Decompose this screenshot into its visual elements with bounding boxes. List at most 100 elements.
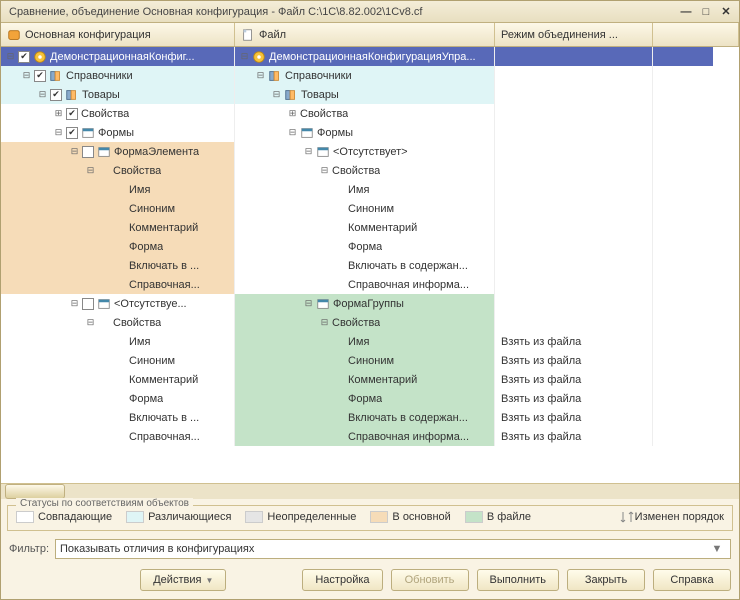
merge-mode-cell[interactable] bbox=[495, 313, 653, 332]
button-bar: Действия▼ Настройка Обновить Выполнить З… bbox=[1, 565, 739, 599]
merge-mode-cell[interactable] bbox=[495, 104, 653, 123]
tree-node-label: Синоним bbox=[129, 355, 175, 367]
merge-mode-cell[interactable] bbox=[495, 218, 653, 237]
column-header-file[interactable]: Файл bbox=[235, 23, 495, 46]
horizontal-scrollbar[interactable] bbox=[1, 483, 739, 499]
tree-row[interactable]: ⊟Свойства⊟Свойства bbox=[1, 313, 739, 332]
tree-row[interactable]: Включать в ...Включать в содержан... bbox=[1, 256, 739, 275]
merge-mode-cell[interactable]: Взять из файла bbox=[495, 408, 653, 427]
expand-toggle[interactable]: ⊞ bbox=[287, 108, 298, 119]
tree-row[interactable]: ⊞✔Свойства⊞Свойства bbox=[1, 104, 739, 123]
expand-toggle[interactable]: ⊟ bbox=[255, 70, 266, 81]
maximize-button[interactable]: □ bbox=[697, 4, 715, 20]
comparison-tree[interactable]: ⊟✔ДемонстрационнаяКонфиг...⊟Демонстрацио… bbox=[1, 47, 739, 483]
checkbox[interactable] bbox=[82, 146, 94, 158]
tree-row[interactable]: ⊟ФормаЭлемента⊟<Отсутствует> bbox=[1, 142, 739, 161]
expand-toggle[interactable]: ⊟ bbox=[21, 70, 32, 81]
help-button[interactable]: Справка bbox=[653, 569, 731, 591]
tree-row[interactable]: Включать в ...Включать в содержан...Взят… bbox=[1, 408, 739, 427]
refresh-button: Обновить bbox=[391, 569, 469, 591]
merge-mode-cell[interactable] bbox=[495, 47, 653, 66]
merge-mode-cell[interactable] bbox=[495, 199, 653, 218]
expand-toggle[interactable]: ⊟ bbox=[69, 146, 80, 157]
merge-mode-cell[interactable]: Взять из файла bbox=[495, 332, 653, 351]
tree-row[interactable]: ФормаФорма bbox=[1, 237, 739, 256]
tree-row[interactable]: ⊟✔Формы⊟Формы bbox=[1, 123, 739, 142]
expand-toggle[interactable]: ⊟ bbox=[271, 89, 282, 100]
expand-toggle[interactable]: ⊟ bbox=[239, 51, 250, 62]
merge-mode-cell[interactable] bbox=[495, 123, 653, 142]
form-icon bbox=[316, 297, 330, 311]
legend-item: Неопределенные bbox=[245, 511, 356, 523]
close-dialog-button[interactable]: Закрыть bbox=[567, 569, 645, 591]
tree-node-label: Товары bbox=[82, 89, 120, 101]
tree-node-label: Форма bbox=[129, 241, 163, 253]
checkbox[interactable] bbox=[82, 298, 94, 310]
tree-row[interactable]: ⊟✔Товары⊟Товары bbox=[1, 85, 739, 104]
merge-mode-cell[interactable]: Взять из файла bbox=[495, 370, 653, 389]
merge-mode-cell[interactable] bbox=[495, 66, 653, 85]
column-header-main[interactable]: Основная конфигурация bbox=[1, 23, 235, 46]
tree-row[interactable]: ⊟✔Справочники⊟Справочники bbox=[1, 66, 739, 85]
tree-row[interactable]: ИмяИмяВзять из файла bbox=[1, 332, 739, 351]
merge-mode-cell[interactable] bbox=[495, 237, 653, 256]
tree-row[interactable]: ФормаФормаВзять из файла bbox=[1, 389, 739, 408]
expand-toggle[interactable]: ⊟ bbox=[5, 51, 16, 62]
merge-mode-cell[interactable] bbox=[495, 275, 653, 294]
tree-row[interactable]: КомментарийКомментарий bbox=[1, 218, 739, 237]
merge-mode-cell[interactable] bbox=[495, 161, 653, 180]
expand-toggle[interactable]: ⊟ bbox=[53, 127, 64, 138]
expand-toggle[interactable]: ⊟ bbox=[69, 298, 80, 309]
checkbox[interactable]: ✔ bbox=[66, 108, 78, 120]
column-header-file-label: Файл bbox=[259, 29, 286, 41]
tree-node-label: Справочная информа... bbox=[348, 431, 469, 443]
tree-node-label: ДемонстрационнаяКонфигурацияУпра... bbox=[269, 51, 476, 63]
tree-row[interactable]: ⊟✔ДемонстрационнаяКонфиг...⊟Демонстрацио… bbox=[1, 47, 739, 66]
checkbox[interactable]: ✔ bbox=[18, 51, 30, 63]
expand-toggle[interactable]: ⊟ bbox=[303, 146, 314, 157]
checkbox[interactable]: ✔ bbox=[66, 127, 78, 139]
expand-toggle[interactable]: ⊞ bbox=[53, 108, 64, 119]
tree-node-label: Комментарий bbox=[129, 222, 198, 234]
merge-mode-cell[interactable] bbox=[495, 256, 653, 275]
tree-node-label: Свойства bbox=[81, 108, 129, 120]
tree-row[interactable]: Справочная...Справочная информа...Взять … bbox=[1, 427, 739, 446]
actions-button[interactable]: Действия▼ bbox=[140, 569, 226, 591]
expand-toggle[interactable]: ⊟ bbox=[319, 165, 330, 176]
merge-mode-cell[interactable]: Взять из файла bbox=[495, 427, 653, 446]
tree-row[interactable]: СинонимСиноним bbox=[1, 199, 739, 218]
merge-mode-cell[interactable]: Взять из файла bbox=[495, 351, 653, 370]
checkbox[interactable]: ✔ bbox=[34, 70, 46, 82]
merge-mode-cell[interactable] bbox=[495, 85, 653, 104]
filter-combo[interactable]: Показывать отличия в конфигурациях ▼ bbox=[55, 539, 731, 559]
expand-toggle[interactable]: ⊟ bbox=[85, 317, 96, 328]
form-icon bbox=[97, 145, 111, 159]
expand-toggle[interactable]: ⊟ bbox=[85, 165, 96, 176]
merge-mode-cell[interactable] bbox=[495, 180, 653, 199]
tree-node-label: Включать в ... bbox=[129, 412, 199, 424]
scrollbar-thumb[interactable] bbox=[5, 484, 65, 499]
merge-mode-cell[interactable] bbox=[495, 294, 653, 313]
expand-toggle[interactable]: ⊟ bbox=[319, 317, 330, 328]
tree-row[interactable]: ⊟Свойства⊟Свойства bbox=[1, 161, 739, 180]
chevron-down-icon[interactable]: ▼ bbox=[708, 543, 726, 555]
merge-mode-cell[interactable] bbox=[495, 142, 653, 161]
tree-row[interactable]: ИмяИмя bbox=[1, 180, 739, 199]
checkbox[interactable]: ✔ bbox=[50, 89, 62, 101]
tree-row[interactable]: ⊟<Отсутствуе...⊟ФормаГруппы bbox=[1, 294, 739, 313]
execute-button[interactable]: Выполнить bbox=[477, 569, 559, 591]
settings-button[interactable]: Настройка bbox=[302, 569, 382, 591]
expand-toggle[interactable]: ⊟ bbox=[303, 298, 314, 309]
tree-row[interactable]: СинонимСинонимВзять из файла bbox=[1, 351, 739, 370]
close-button[interactable]: ✕ bbox=[717, 4, 735, 20]
column-header-mode[interactable]: Режим объединения ... bbox=[495, 23, 653, 46]
expand-toggle[interactable]: ⊟ bbox=[287, 127, 298, 138]
config-icon bbox=[7, 28, 21, 42]
column-header-extra[interactable] bbox=[653, 23, 739, 46]
tree-row[interactable]: Справочная...Справочная информа... bbox=[1, 275, 739, 294]
merge-mode-cell[interactable]: Взять из файла bbox=[495, 389, 653, 408]
form-icon bbox=[81, 126, 95, 140]
tree-row[interactable]: КомментарийКомментарийВзять из файла bbox=[1, 370, 739, 389]
minimize-button[interactable]: — bbox=[677, 4, 695, 20]
expand-toggle[interactable]: ⊟ bbox=[37, 89, 48, 100]
